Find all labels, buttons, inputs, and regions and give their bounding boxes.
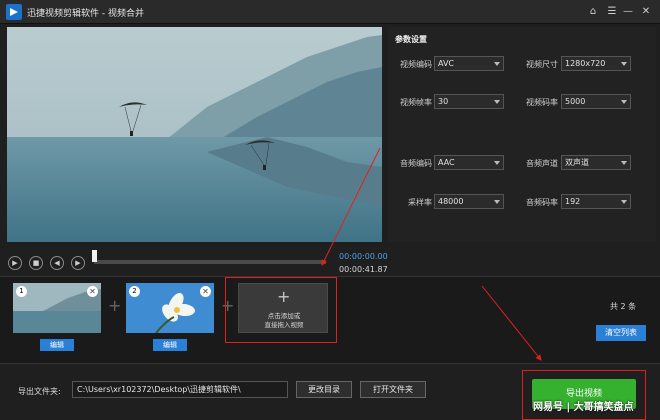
annotation-arrows <box>321 147 542 361</box>
annotation-arrow-2 <box>481 285 542 361</box>
annotation-arrow-1 <box>321 147 381 266</box>
watermark: 网易号 | 大哥搞笑盘点 <box>533 402 634 413</box>
